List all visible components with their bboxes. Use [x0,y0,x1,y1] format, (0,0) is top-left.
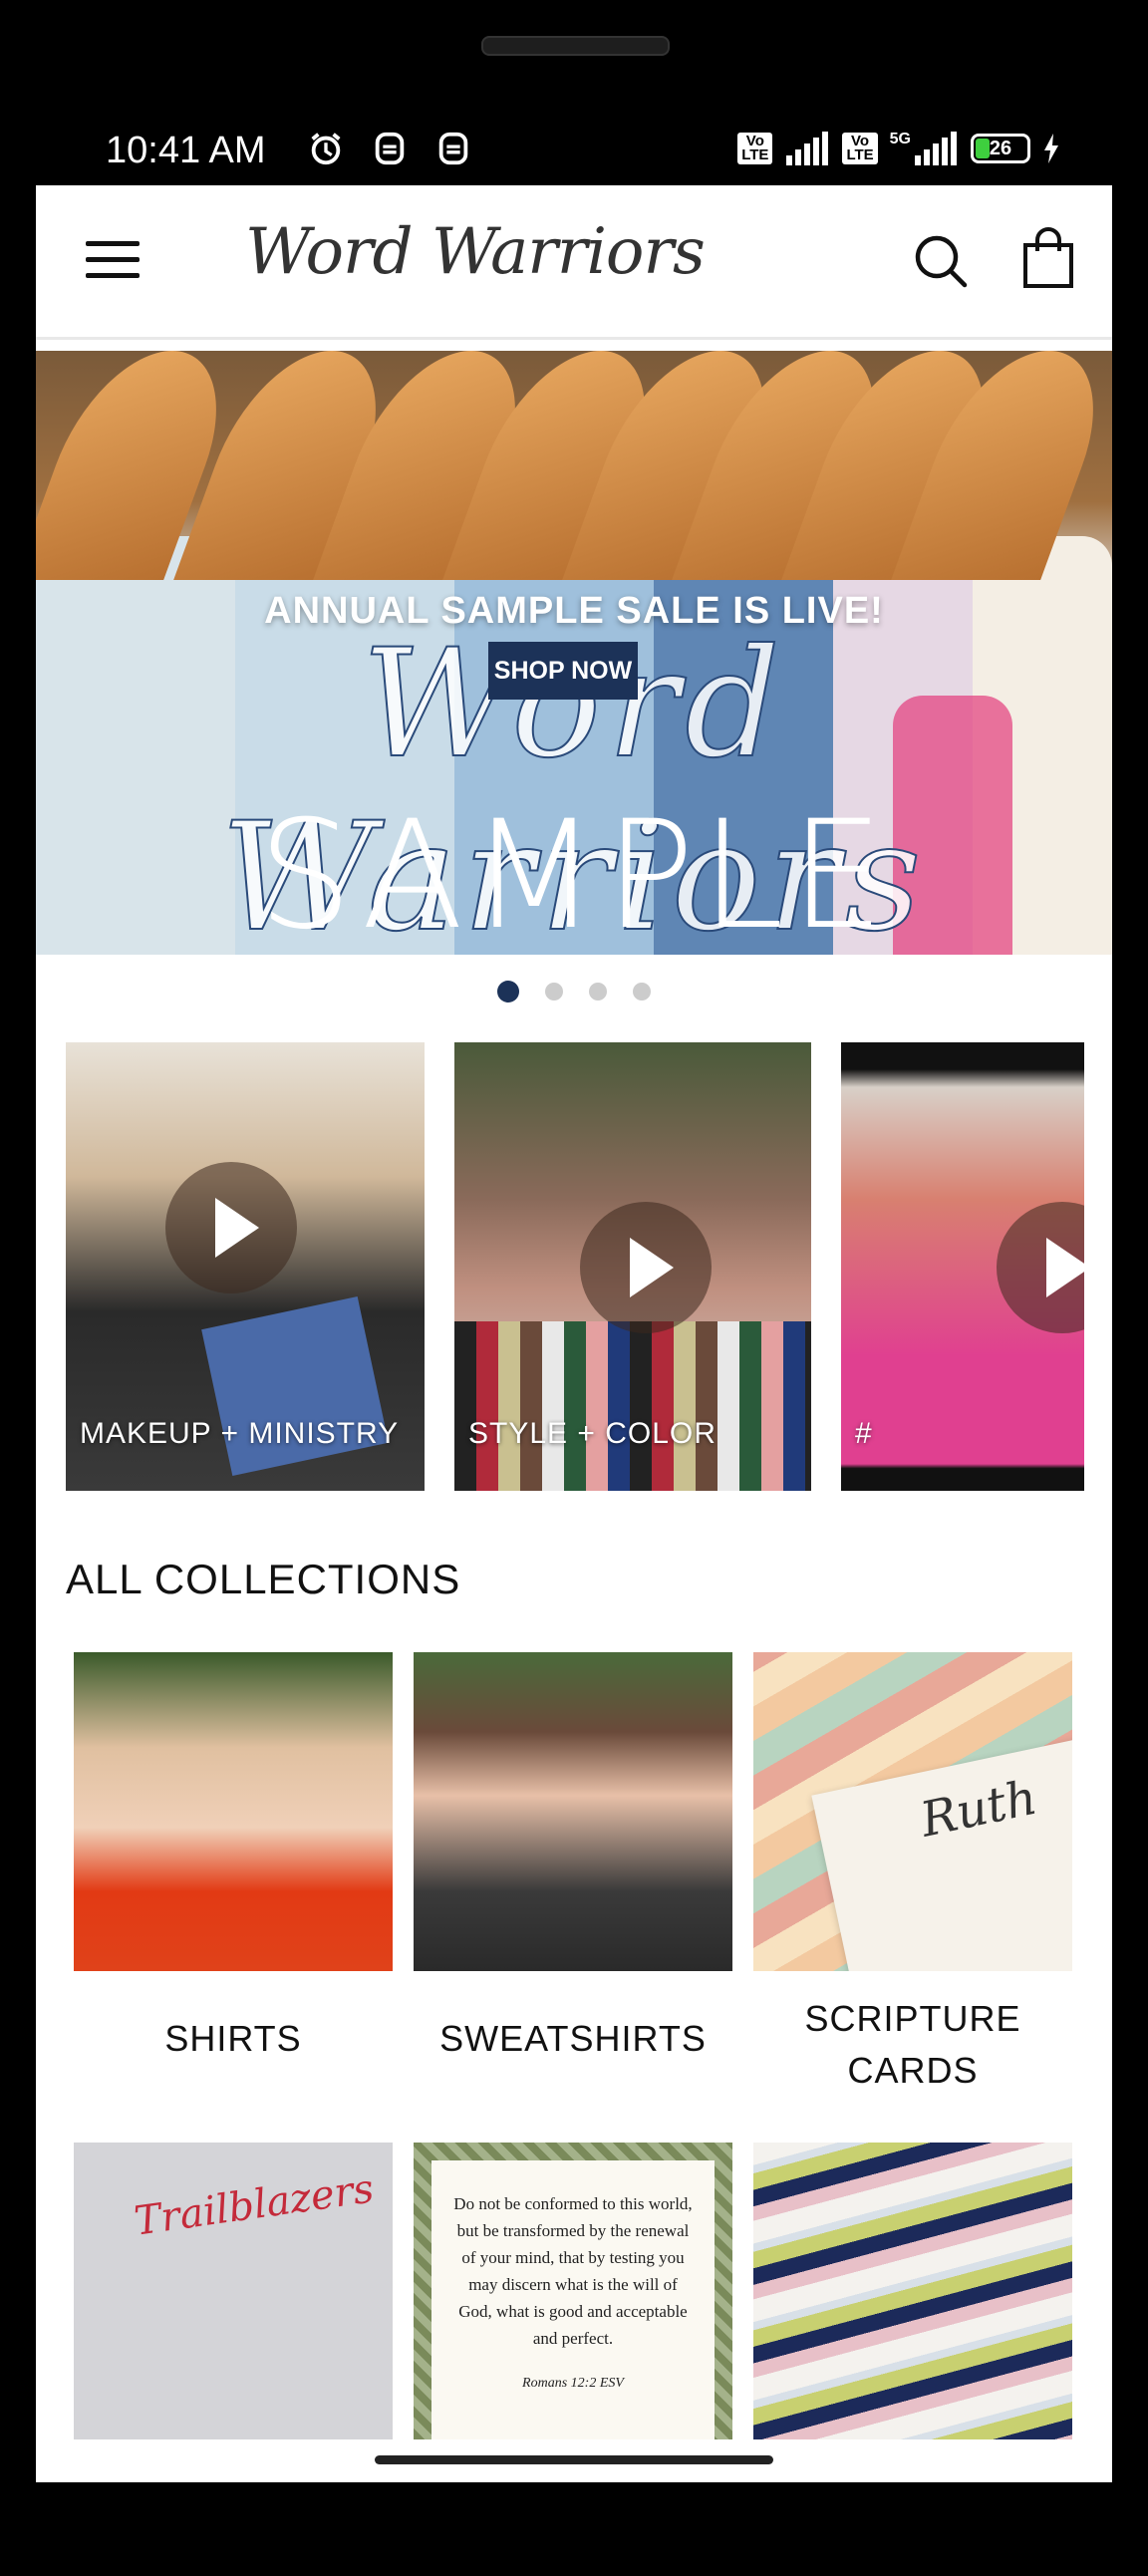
carousel-dots [36,981,1112,1002]
search-icon[interactable] [913,233,969,289]
signal-icon-2 [915,132,957,165]
carousel-dot[interactable] [589,983,607,1001]
shop-now-button[interactable]: SHOP NOW [488,642,638,700]
site-header: Word Warriors [36,185,1112,340]
color-swatches [454,1321,811,1491]
collection-image: Do not be conformed to this world, but b… [414,2143,732,2439]
collection-tile[interactable]: Ruth SCRIPTURE CARDS [753,1652,1072,2097]
scripture-text: Do not be conformed to this world, but b… [453,2194,693,2348]
collection-image: Ruth [753,1652,1072,1971]
collection-tile[interactable]: Do not be conformed to this world, but b… [414,2143,732,2439]
collection-image [414,1652,732,1971]
shield-app-icon [375,132,405,165]
carousel-dot[interactable] [633,983,651,1001]
battery-icon: 26 [971,134,1030,163]
play-icon[interactable] [165,1162,297,1293]
volte-badge-2: Vo LTE [842,133,878,164]
status-time: 10:41 AM [106,130,266,171]
collection-tile[interactable]: SWEATSHIRTS [414,1652,732,2065]
collection-label: SCRIPTURE CARDS [804,1998,1021,2091]
app-screen: Word Warriors ANNUAL SAMPLE SALE IS LIVE… [36,185,1112,2482]
video-label: STYLE + COLOR [468,1417,717,1450]
shopping-bag-icon[interactable] [1022,227,1074,289]
ruth-card: Ruth [811,1733,1072,1971]
collection-label: SHIRTS [164,2018,302,2059]
collection-image [753,2143,1072,2439]
video-card[interactable]: # [841,1042,1084,1491]
ruth-card-title: Ruth [915,1769,1042,1849]
video-carousel: MAKEUP + MINISTRY STYLE + COLOR # [66,1042,1112,1491]
phone-frame: 10:41 AM Vo LTE Vo LTE 5G 26 Word Warrio… [0,0,1148,2576]
status-right-icons: Vo LTE Vo LTE 5G 26 [737,131,1060,165]
collection-image [74,1652,393,1971]
hero-banner[interactable]: ANNUAL SAMPLE SALE IS LIVE! Word Warrior… [36,351,1112,955]
charging-icon [1044,134,1058,163]
site-logo[interactable]: Word Warriors [245,215,706,289]
scripture-ref: Romans 12:2 ESV [522,2376,624,2391]
status-left-icons [307,130,472,167]
collections-title: ALL COLLECTIONS [66,1556,461,1602]
carousel-dot[interactable] [497,981,519,1002]
video-card[interactable]: STYLE + COLOR [454,1042,811,1491]
collection-tile[interactable]: SHIRTS [74,1652,393,2065]
video-card[interactable]: MAKEUP + MINISTRY [66,1042,425,1491]
network-5g-label: 5G [889,131,911,147]
collection-tile[interactable]: Trailblazers [74,2143,393,2439]
signal-icon [786,132,829,165]
collection-label: SWEATSHIRTS [439,2018,707,2059]
hamburger-icon[interactable] [86,241,140,281]
video-label: MAKEUP + MINISTRY [80,1417,400,1450]
phone-speaker [481,36,670,56]
alarm-icon [311,133,341,165]
collection-tile[interactable] [753,2143,1072,2439]
shield-app-icon-2 [438,132,468,165]
video-label: # [855,1417,873,1450]
collection-image: Trailblazers [74,2143,393,2439]
volte-badge: Vo LTE [737,133,773,164]
play-icon[interactable] [580,1202,712,1333]
home-indicator[interactable] [375,2455,773,2464]
trailblazers-text: Trailblazers [131,2165,377,2245]
battery-level: 26 [989,138,1012,159]
scripture-card: Do not be conformed to this world, but b… [431,2160,715,2439]
hero-headline: SAMPLE SALE [257,789,891,955]
status-bar: 10:41 AM Vo LTE Vo LTE 5G 26 [36,118,1112,185]
carousel-dot[interactable] [545,983,563,1001]
